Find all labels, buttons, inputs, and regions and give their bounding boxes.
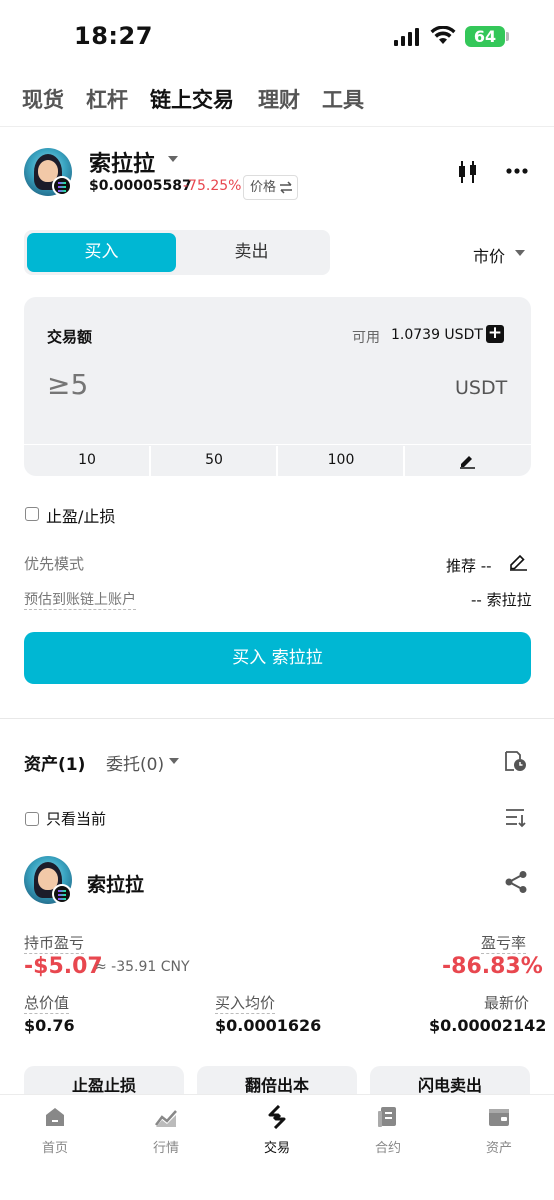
battery-indicator: 64 xyxy=(465,26,505,47)
available-value: 1.0739 USDT xyxy=(391,327,483,343)
market-icon xyxy=(155,1110,177,1127)
sell-tab[interactable]: 卖出 xyxy=(176,233,327,272)
tp-sl-label: 止盈/止损 xyxy=(46,507,116,526)
quick-amount-50[interactable]: 50 xyxy=(151,444,277,476)
avg-buy-value: $0.0001626 xyxy=(215,1016,322,1035)
orders-tab[interactable]: 委托(0) xyxy=(106,750,164,775)
section-divider xyxy=(0,718,554,719)
pnl-value: -$5.07 xyxy=(24,954,103,979)
cellular-signal-icon xyxy=(394,28,419,46)
status-time: 18:27 xyxy=(74,22,153,50)
only-current-label: 只看当前 xyxy=(46,810,107,828)
holding-token-name[interactable]: 索拉拉 xyxy=(87,870,144,897)
nav-home[interactable]: 首页 xyxy=(15,1105,95,1156)
tab-margin[interactable]: 杠杆 xyxy=(86,84,128,114)
tab-earn[interactable]: 理财 xyxy=(258,84,300,114)
token-change: -75.25% xyxy=(183,178,242,194)
nav-assets[interactable]: 资产 xyxy=(459,1105,539,1156)
available-label: 可用 xyxy=(352,330,380,346)
avg-buy-label: 买入均价 xyxy=(215,994,276,1014)
tabs-divider xyxy=(0,126,554,127)
nav-assets-label: 资产 xyxy=(485,1141,512,1156)
pnl-rate-label: 盈亏率 xyxy=(481,934,527,954)
amount-input[interactable] xyxy=(47,368,347,401)
price-toggle-button[interactable]: 价格 xyxy=(243,175,298,200)
nav-contract[interactable]: 合约 xyxy=(348,1105,428,1156)
priority-mode-label: 优先模式 xyxy=(24,555,85,573)
amount-unit: USDT xyxy=(455,377,508,399)
contract-icon xyxy=(378,1107,396,1127)
token-name[interactable]: 索拉拉 xyxy=(89,146,155,178)
pnl-cny: ≈ -35.91 CNY xyxy=(95,959,190,975)
buy-submit-button[interactable]: 买入 索拉拉 xyxy=(24,632,531,684)
nav-home-label: 首页 xyxy=(41,1141,68,1156)
tab-onchain-trade[interactable]: 链上交易 xyxy=(150,84,234,114)
sort-icon[interactable] xyxy=(505,808,527,828)
more-icon[interactable] xyxy=(506,168,528,174)
nav-contract-label: 合约 xyxy=(374,1141,401,1156)
pnl-rate-value: -86.83% xyxy=(442,954,543,979)
chevron-down-icon[interactable] xyxy=(169,758,179,764)
edit-amount-icon[interactable] xyxy=(459,452,476,469)
buy-tab[interactable]: 买入 xyxy=(27,233,176,272)
price-toggle-label: 价格 xyxy=(250,180,277,195)
tab-spot[interactable]: 现货 xyxy=(22,84,64,114)
tp-sl-checkbox[interactable] xyxy=(25,507,39,521)
chevron-down-icon[interactable] xyxy=(515,250,525,256)
deposit-plus-button[interactable]: + xyxy=(486,325,504,343)
trade-icon xyxy=(268,1105,286,1129)
battery-tip xyxy=(506,32,509,41)
candlestick-chart-icon[interactable] xyxy=(457,160,479,184)
pnl-label: 持币盈亏 xyxy=(24,934,85,954)
total-value-label: 总价值 xyxy=(24,994,70,1014)
nav-trade[interactable]: 交易 xyxy=(237,1105,317,1156)
history-icon[interactable] xyxy=(503,749,528,773)
order-type-label: 市价 xyxy=(473,247,506,266)
priority-mode-value[interactable]: 推荐 -- xyxy=(446,555,492,576)
swap-icon xyxy=(280,181,292,194)
share-icon[interactable] xyxy=(504,870,528,894)
quick-separator xyxy=(403,446,405,476)
nav-market-label: 行情 xyxy=(152,1141,179,1156)
latest-price-label: 最新价 xyxy=(484,994,530,1012)
order-type-select[interactable]: 市价 xyxy=(473,243,505,267)
wifi-icon xyxy=(430,26,456,44)
wallet-icon xyxy=(489,1109,509,1126)
assets-tab[interactable]: 资产(1) xyxy=(24,750,85,775)
tab-tools[interactable]: 工具 xyxy=(322,84,364,114)
latest-price-value: $0.00002142 xyxy=(429,1016,547,1035)
solana-chain-icon xyxy=(52,884,72,904)
total-value: $0.76 xyxy=(24,1016,75,1035)
amount-title: 交易额 xyxy=(47,328,93,346)
estimate-account-label: 预估到账链上账户 xyxy=(24,589,136,610)
estimate-account-value: -- 索拉拉 xyxy=(471,591,532,609)
quick-amount-100[interactable]: 100 xyxy=(278,444,404,476)
solana-chain-icon xyxy=(52,176,72,196)
token-price: $0.00005587 xyxy=(89,178,192,194)
quick-amount-10[interactable]: 10 xyxy=(24,444,150,476)
home-icon xyxy=(46,1108,64,1126)
nav-trade-label: 交易 xyxy=(263,1141,290,1156)
nav-market[interactable]: 行情 xyxy=(126,1105,206,1156)
only-current-checkbox[interactable] xyxy=(25,812,39,826)
chevron-down-icon[interactable] xyxy=(168,156,178,162)
edit-priority-icon[interactable] xyxy=(509,552,528,571)
